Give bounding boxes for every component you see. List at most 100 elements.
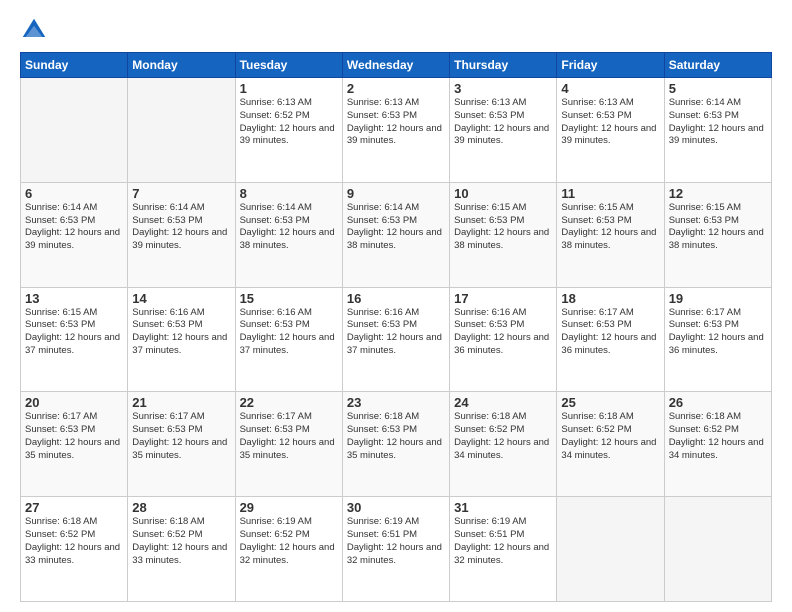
calendar-day-cell: 12Sunrise: 6:15 AM Sunset: 6:53 PM Dayli… <box>664 182 771 287</box>
day-info: Sunrise: 6:14 AM Sunset: 6:53 PM Dayligh… <box>347 202 445 253</box>
calendar-day-cell: 24Sunrise: 6:18 AM Sunset: 6:52 PM Dayli… <box>450 392 557 497</box>
calendar-day-cell: 31Sunrise: 6:19 AM Sunset: 6:51 PM Dayli… <box>450 497 557 602</box>
day-number: 28 <box>132 500 230 515</box>
calendar-day-cell: 15Sunrise: 6:16 AM Sunset: 6:53 PM Dayli… <box>235 287 342 392</box>
day-info: Sunrise: 6:18 AM Sunset: 6:52 PM Dayligh… <box>25 516 123 567</box>
day-info: Sunrise: 6:14 AM Sunset: 6:53 PM Dayligh… <box>240 202 338 253</box>
day-info: Sunrise: 6:18 AM Sunset: 6:52 PM Dayligh… <box>454 411 552 462</box>
day-info: Sunrise: 6:18 AM Sunset: 6:52 PM Dayligh… <box>132 516 230 567</box>
day-info: Sunrise: 6:16 AM Sunset: 6:53 PM Dayligh… <box>454 307 552 358</box>
calendar-day-cell: 25Sunrise: 6:18 AM Sunset: 6:52 PM Dayli… <box>557 392 664 497</box>
day-info: Sunrise: 6:19 AM Sunset: 6:51 PM Dayligh… <box>347 516 445 567</box>
day-info: Sunrise: 6:15 AM Sunset: 6:53 PM Dayligh… <box>454 202 552 253</box>
day-info: Sunrise: 6:19 AM Sunset: 6:51 PM Dayligh… <box>454 516 552 567</box>
calendar-week-row: 1Sunrise: 6:13 AM Sunset: 6:52 PM Daylig… <box>21 78 772 183</box>
day-number: 21 <box>132 395 230 410</box>
calendar-day-cell: 20Sunrise: 6:17 AM Sunset: 6:53 PM Dayli… <box>21 392 128 497</box>
day-info: Sunrise: 6:14 AM Sunset: 6:53 PM Dayligh… <box>669 97 767 148</box>
day-info: Sunrise: 6:15 AM Sunset: 6:53 PM Dayligh… <box>561 202 659 253</box>
day-info: Sunrise: 6:17 AM Sunset: 6:53 PM Dayligh… <box>25 411 123 462</box>
day-number: 4 <box>561 81 659 96</box>
day-info: Sunrise: 6:16 AM Sunset: 6:53 PM Dayligh… <box>347 307 445 358</box>
header <box>20 16 772 44</box>
day-info: Sunrise: 6:16 AM Sunset: 6:53 PM Dayligh… <box>132 307 230 358</box>
day-number: 3 <box>454 81 552 96</box>
day-number: 16 <box>347 291 445 306</box>
day-info: Sunrise: 6:16 AM Sunset: 6:53 PM Dayligh… <box>240 307 338 358</box>
calendar-day-cell: 7Sunrise: 6:14 AM Sunset: 6:53 PM Daylig… <box>128 182 235 287</box>
day-info: Sunrise: 6:18 AM Sunset: 6:52 PM Dayligh… <box>669 411 767 462</box>
calendar-day-cell: 28Sunrise: 6:18 AM Sunset: 6:52 PM Dayli… <box>128 497 235 602</box>
calendar-day-header: Friday <box>557 53 664 78</box>
calendar-day-header: Sunday <box>21 53 128 78</box>
day-number: 24 <box>454 395 552 410</box>
calendar-day-cell: 16Sunrise: 6:16 AM Sunset: 6:53 PM Dayli… <box>342 287 449 392</box>
day-info: Sunrise: 6:17 AM Sunset: 6:53 PM Dayligh… <box>132 411 230 462</box>
calendar-week-row: 6Sunrise: 6:14 AM Sunset: 6:53 PM Daylig… <box>21 182 772 287</box>
calendar-day-cell: 29Sunrise: 6:19 AM Sunset: 6:52 PM Dayli… <box>235 497 342 602</box>
day-info: Sunrise: 6:18 AM Sunset: 6:53 PM Dayligh… <box>347 411 445 462</box>
calendar-week-row: 20Sunrise: 6:17 AM Sunset: 6:53 PM Dayli… <box>21 392 772 497</box>
day-number: 8 <box>240 186 338 201</box>
calendar-day-cell: 17Sunrise: 6:16 AM Sunset: 6:53 PM Dayli… <box>450 287 557 392</box>
calendar-day-cell: 8Sunrise: 6:14 AM Sunset: 6:53 PM Daylig… <box>235 182 342 287</box>
day-number: 2 <box>347 81 445 96</box>
day-number: 22 <box>240 395 338 410</box>
calendar-day-cell: 9Sunrise: 6:14 AM Sunset: 6:53 PM Daylig… <box>342 182 449 287</box>
calendar-day-cell: 6Sunrise: 6:14 AM Sunset: 6:53 PM Daylig… <box>21 182 128 287</box>
day-number: 1 <box>240 81 338 96</box>
calendar-day-cell: 4Sunrise: 6:13 AM Sunset: 6:53 PM Daylig… <box>557 78 664 183</box>
day-info: Sunrise: 6:15 AM Sunset: 6:53 PM Dayligh… <box>669 202 767 253</box>
day-number: 13 <box>25 291 123 306</box>
day-number: 17 <box>454 291 552 306</box>
calendar-day-header: Wednesday <box>342 53 449 78</box>
day-number: 20 <box>25 395 123 410</box>
calendar-day-cell: 21Sunrise: 6:17 AM Sunset: 6:53 PM Dayli… <box>128 392 235 497</box>
day-info: Sunrise: 6:13 AM Sunset: 6:52 PM Dayligh… <box>240 97 338 148</box>
day-number: 14 <box>132 291 230 306</box>
calendar-week-row: 13Sunrise: 6:15 AM Sunset: 6:53 PM Dayli… <box>21 287 772 392</box>
day-number: 5 <box>669 81 767 96</box>
calendar-day-cell: 18Sunrise: 6:17 AM Sunset: 6:53 PM Dayli… <box>557 287 664 392</box>
calendar-day-cell: 27Sunrise: 6:18 AM Sunset: 6:52 PM Dayli… <box>21 497 128 602</box>
calendar-day-cell: 22Sunrise: 6:17 AM Sunset: 6:53 PM Dayli… <box>235 392 342 497</box>
calendar-day-cell <box>21 78 128 183</box>
day-number: 23 <box>347 395 445 410</box>
calendar-day-header: Tuesday <box>235 53 342 78</box>
calendar-day-cell: 19Sunrise: 6:17 AM Sunset: 6:53 PM Dayli… <box>664 287 771 392</box>
day-info: Sunrise: 6:17 AM Sunset: 6:53 PM Dayligh… <box>669 307 767 358</box>
day-info: Sunrise: 6:17 AM Sunset: 6:53 PM Dayligh… <box>561 307 659 358</box>
day-number: 6 <box>25 186 123 201</box>
day-number: 11 <box>561 186 659 201</box>
day-number: 25 <box>561 395 659 410</box>
calendar-day-cell <box>664 497 771 602</box>
calendar-day-cell: 13Sunrise: 6:15 AM Sunset: 6:53 PM Dayli… <box>21 287 128 392</box>
day-number: 27 <box>25 500 123 515</box>
day-info: Sunrise: 6:13 AM Sunset: 6:53 PM Dayligh… <box>347 97 445 148</box>
calendar-header-row: SundayMondayTuesdayWednesdayThursdayFrid… <box>21 53 772 78</box>
day-number: 26 <box>669 395 767 410</box>
day-number: 7 <box>132 186 230 201</box>
page: SundayMondayTuesdayWednesdayThursdayFrid… <box>0 0 792 612</box>
day-info: Sunrise: 6:13 AM Sunset: 6:53 PM Dayligh… <box>561 97 659 148</box>
calendar-day-cell: 2Sunrise: 6:13 AM Sunset: 6:53 PM Daylig… <box>342 78 449 183</box>
calendar-day-cell: 23Sunrise: 6:18 AM Sunset: 6:53 PM Dayli… <box>342 392 449 497</box>
calendar-table: SundayMondayTuesdayWednesdayThursdayFrid… <box>20 52 772 602</box>
logo <box>20 16 52 44</box>
day-info: Sunrise: 6:14 AM Sunset: 6:53 PM Dayligh… <box>25 202 123 253</box>
calendar-day-header: Saturday <box>664 53 771 78</box>
day-number: 29 <box>240 500 338 515</box>
day-info: Sunrise: 6:15 AM Sunset: 6:53 PM Dayligh… <box>25 307 123 358</box>
day-number: 12 <box>669 186 767 201</box>
day-info: Sunrise: 6:14 AM Sunset: 6:53 PM Dayligh… <box>132 202 230 253</box>
day-info: Sunrise: 6:13 AM Sunset: 6:53 PM Dayligh… <box>454 97 552 148</box>
calendar-day-header: Thursday <box>450 53 557 78</box>
calendar-day-cell: 30Sunrise: 6:19 AM Sunset: 6:51 PM Dayli… <box>342 497 449 602</box>
calendar-day-cell: 11Sunrise: 6:15 AM Sunset: 6:53 PM Dayli… <box>557 182 664 287</box>
calendar-day-cell: 14Sunrise: 6:16 AM Sunset: 6:53 PM Dayli… <box>128 287 235 392</box>
calendar-day-cell <box>128 78 235 183</box>
day-info: Sunrise: 6:17 AM Sunset: 6:53 PM Dayligh… <box>240 411 338 462</box>
calendar-day-cell: 1Sunrise: 6:13 AM Sunset: 6:52 PM Daylig… <box>235 78 342 183</box>
calendar-day-cell <box>557 497 664 602</box>
logo-icon <box>20 16 48 44</box>
